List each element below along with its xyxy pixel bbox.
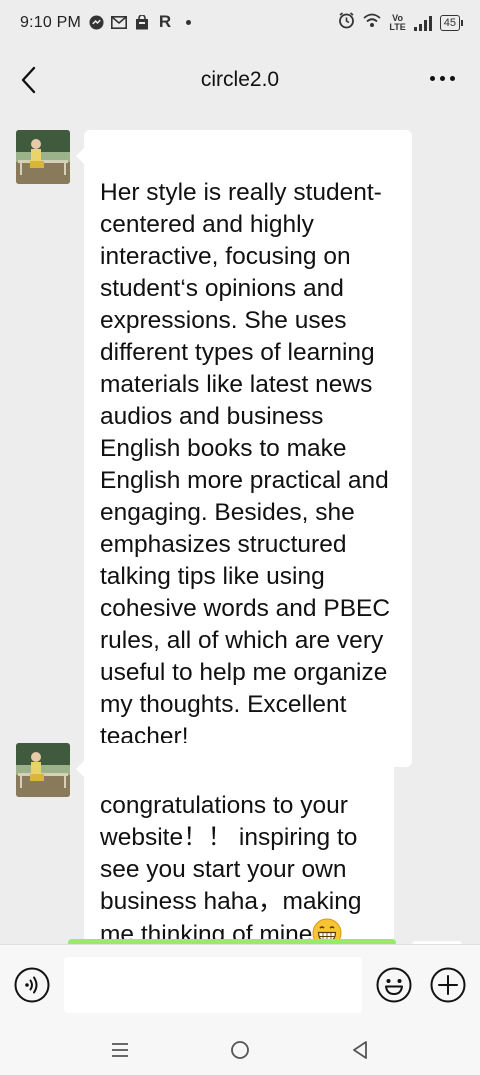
plus-icon: [430, 967, 466, 1003]
chat-title: circle2.0: [200, 68, 280, 91]
back-triangle-icon: [353, 1041, 367, 1059]
menu-icon: [112, 1043, 128, 1057]
recent-apps-button[interactable]: [110, 1040, 130, 1060]
notification-dot-icon: [186, 19, 191, 25]
volte-icon: Vo LTE: [389, 14, 405, 32]
avatar[interactable]: [16, 130, 70, 184]
status-time: 9:10 PM: [20, 14, 81, 31]
back-nav-button[interactable]: [351, 1040, 369, 1060]
status-bar: 9:10 PM R Vo LTE 45: [0, 0, 480, 48]
message-bubble[interactable]: Her style is really student- centered an…: [76, 130, 412, 767]
status-right-icons: Vo LTE 45: [338, 12, 464, 34]
message-input[interactable]: [64, 957, 362, 1013]
battery-icon: 45: [439, 15, 464, 31]
voice-icon: [14, 967, 50, 1003]
r-app-icon: R: [158, 12, 172, 31]
signal-icon: [413, 15, 432, 31]
more-button[interactable]: [430, 70, 460, 86]
avatar[interactable]: [16, 743, 70, 797]
messenger-icon: [88, 14, 104, 30]
alarm-icon: [338, 12, 355, 34]
chat-header: circle2.0: [0, 48, 480, 112]
wifi-icon: [363, 13, 381, 33]
shopping-bag-icon: [134, 14, 150, 30]
status-left-icons: R: [88, 12, 191, 31]
more-dots-icon: [430, 75, 435, 81]
emoji-icon: [376, 967, 412, 1003]
plus-button[interactable]: [430, 967, 466, 1003]
gmail-icon: [111, 14, 127, 30]
emoji-button[interactable]: [376, 967, 412, 1003]
message-list[interactable]: Her style is really student- centered an…: [0, 112, 480, 944]
home-icon: [231, 1041, 249, 1059]
home-button[interactable]: [230, 1040, 250, 1060]
volte-line2: LTE: [389, 22, 406, 32]
system-nav-bar: [0, 1026, 480, 1075]
voice-button[interactable]: [14, 967, 50, 1003]
input-bar: [0, 944, 480, 1027]
message-text: Her style is really student- centered an…: [100, 179, 391, 750]
message-bubble[interactable]: congratulations to your website！！ inspir…: [76, 743, 394, 944]
